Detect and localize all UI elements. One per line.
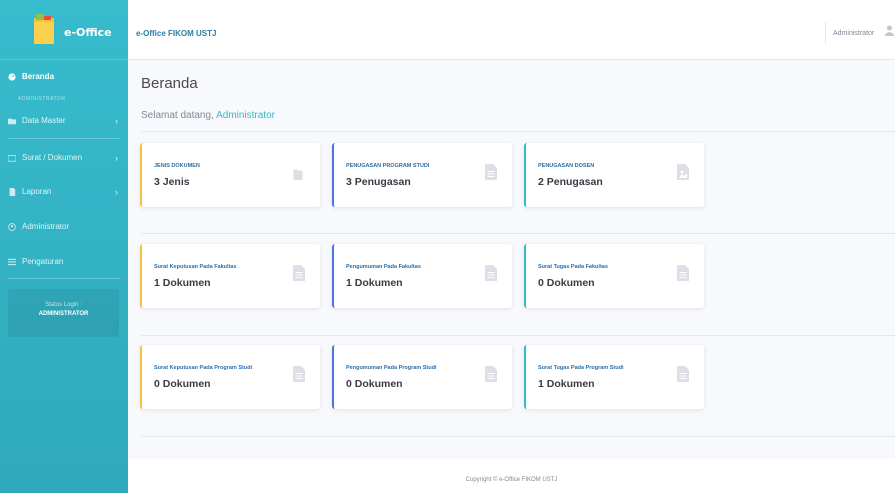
brand[interactable]: e-Office [0,0,128,60]
stat-card-penugasan-dosen[interactable]: PENUGASAN DOSEN 2 Penugasan [524,143,704,207]
dashboard-icon [8,72,16,81]
topbar-divider [825,22,826,44]
card-label: Surat Keputusan Pada Fakultas [154,264,237,270]
sidebar-section-label: ADMINISTRATOR [18,96,66,102]
card-value: 3 Jenis [154,176,190,188]
status-login-value: ADMINISTRATOR [38,311,89,317]
card-label: Surat Tugas Pada Program Studi [538,365,624,371]
sidebar-item-surat-dokumen[interactable]: Surat / Dokumen › [0,152,128,163]
card-value: 0 Dokumen [538,277,595,289]
sidebar-item-label: Laporan [22,187,52,196]
sidebar-item-beranda[interactable]: Beranda [0,72,128,81]
folder-icon [293,169,303,180]
topbar: e-Office FIKOM USTJ Administrator [128,0,895,60]
sidebar-item-pengaturan[interactable]: Pengaturan [0,257,128,266]
divider [8,278,120,279]
section-divider [141,436,895,437]
sidebar-item-label: Pengaturan [22,257,64,266]
copyright-text: Copyright © e-Office FIKOM USTJ [465,477,558,483]
card-label: Pengumuman Pada Program Studi [346,365,437,371]
stat-card-sk-prodi[interactable]: Surat Keputusan Pada Program Studi 0 Dok… [140,345,320,409]
menu-icon [8,258,16,265]
card-label: PENUGASAN PROGRAM STUDI [346,163,430,169]
welcome-name: Administrator [216,110,275,121]
chevron-right-icon: › [115,115,118,126]
user-circle-icon [8,222,16,231]
divider [8,138,120,139]
stat-card-surat-tugas-fakultas[interactable]: Surat Tugas Pada Fakultas 0 Dokumen [524,244,704,308]
card-value: 0 Dokumen [154,378,211,390]
chevron-right-icon: › [115,186,118,197]
folder-logo-icon [34,14,54,44]
card-value: 0 Dokumen [346,378,403,390]
card-value: 2 Penugasan [538,176,603,188]
card-label: Surat Tugas Pada Fakultas [538,264,608,270]
document-icon [485,164,497,180]
document-icon [677,265,689,281]
document-icon [677,366,689,382]
sidebar: e-Office Beranda ADMINISTRATOR Data Mast… [0,0,128,493]
sidebar-item-label: Surat / Dokumen [22,153,83,162]
chevron-right-icon: › [115,152,118,163]
sidebar-item-administrator[interactable]: Administrator [0,222,128,231]
welcome-prefix: Selamat datang, [141,110,214,121]
sidebar-item-label: Administrator [22,222,70,231]
brand-name: e-Office [64,26,112,39]
envelope-icon [8,154,16,162]
stat-card-sk-fakultas[interactable]: Surat Keputusan Pada Fakultas 1 Dokumen [140,244,320,308]
sidebar-item-label: Beranda [22,72,55,81]
status-login-box: Status Login : ADMINISTRATOR [8,289,119,337]
card-label: PENUGASAN DOSEN [538,163,595,169]
section-divider [141,233,895,234]
document-icon [485,265,497,281]
page-title: Beranda [141,75,198,92]
card-value: 3 Penugasan [346,176,411,188]
stat-card-pengumuman-prodi[interactable]: Pengumuman Pada Program Studi 0 Dokumen [332,345,512,409]
footer: Copyright © e-Office FIKOM USTJ [128,459,895,493]
stat-card-jenis-dokumen[interactable]: JENIS DOKUMEN 3 Jenis [140,143,320,207]
sidebar-item-data-master[interactable]: Data Master › [0,115,128,126]
card-value: 1 Dokumen [538,378,595,390]
status-login-label: Status Login : [45,302,82,308]
folder-icon [8,118,16,124]
welcome-message: Selamat datang, Administrator [141,110,275,121]
document-icon [293,265,305,281]
section-divider [141,335,895,336]
stat-card-penugasan-prodi[interactable]: PENUGASAN PROGRAM STUDI 3 Penugasan [332,143,512,207]
card-value: 1 Dokumen [346,277,403,289]
card-label: Pengumuman Pada Fakultas [346,264,421,270]
card-label: JENIS DOKUMEN [154,163,200,169]
stat-card-surat-tugas-prodi[interactable]: Surat Tugas Pada Program Studi 1 Dokumen [524,345,704,409]
stat-card-pengumuman-fakultas[interactable]: Pengumuman Pada Fakultas 1 Dokumen [332,244,512,308]
user-icon[interactable] [885,25,894,36]
document-icon [677,164,689,180]
sidebar-item-label: Data Master [22,116,66,125]
card-value: 1 Dokumen [154,277,211,289]
sidebar-item-laporan[interactable]: Laporan › [0,186,128,197]
app-title[interactable]: e-Office FIKOM USTJ [136,29,216,38]
document-icon [293,366,305,382]
user-name[interactable]: Administrator [833,30,874,37]
card-label: Surat Keputusan Pada Program Studi [154,365,253,371]
section-divider [141,131,895,132]
document-icon [485,366,497,382]
file-icon [9,187,16,196]
